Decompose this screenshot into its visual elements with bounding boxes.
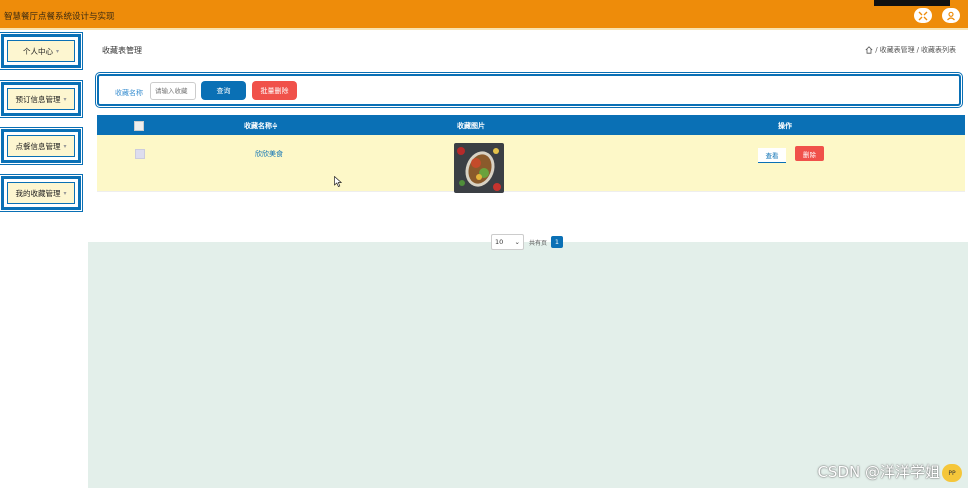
table-row: 欣欣美食 查看 删除 [97, 135, 965, 193]
page-total: 共有页 [529, 240, 548, 247]
window-strip [874, 0, 950, 6]
select-all-checkbox[interactable] [134, 121, 144, 131]
breadcrumb-separator: / [875, 46, 878, 54]
pagination: 10 ⌄ 共有页 1 [88, 234, 968, 252]
watermark: CSDN @洋洋学姐 [817, 463, 940, 481]
breadcrumb-item[interactable]: 收藏表管理 [880, 45, 915, 55]
favorite-name: 欣欣美食 [255, 150, 283, 158]
sidebar: 个人中心 ▾ 预订信息管理 ▾ 点餐信息管理 ▾ 我的收藏管理 ▾ [0, 31, 88, 488]
search-label: 收藏名称 [115, 89, 143, 97]
column-header-actions: 操作 [778, 122, 792, 130]
sidebar-item-personal-center[interactable]: 个人中心 ▾ [0, 32, 83, 70]
batch-delete-button[interactable]: 批量删除 [252, 81, 297, 100]
chevron-down-icon: ▾ [55, 47, 59, 55]
page-title: 收藏表管理 [102, 46, 142, 55]
table-header: 收藏名称≑ 收藏图片 操作 [97, 115, 965, 135]
breadcrumb-separator: / [916, 46, 919, 54]
help-badge[interactable]: PP [942, 464, 962, 482]
app-title: 智慧餐厅点餐系统设计与实现 [4, 12, 115, 22]
search-input[interactable] [150, 82, 196, 100]
chevron-down-icon: ▾ [63, 189, 67, 197]
query-button[interactable]: 查询 [201, 81, 246, 100]
sidebar-item-orders[interactable]: 点餐信息管理 ▾ [0, 127, 83, 165]
home-icon[interactable] [865, 46, 873, 54]
top-bar: 智慧餐厅点餐系统设计与实现 [0, 0, 968, 30]
top-bar-edge [0, 28, 968, 30]
page-size-select[interactable]: 10 ⌄ [491, 234, 524, 250]
view-button[interactable]: 查看 [758, 148, 786, 163]
breadcrumb-current: 收藏表列表 [921, 46, 956, 54]
page-size-value: 10 [495, 238, 504, 246]
sidebar-item-label: 我的收藏管理 [15, 188, 61, 198]
page-number-button[interactable]: 1 [551, 236, 563, 248]
favorites-table: 收藏名称≑ 收藏图片 操作 欣欣美食 查看 删除 [97, 115, 965, 193]
fullscreen-icon[interactable] [914, 8, 932, 23]
search-form: 收藏名称 查询 批量删除 [95, 72, 963, 108]
sidebar-item-label: 点餐信息管理 [15, 141, 61, 151]
favorite-image [454, 143, 504, 193]
chevron-down-icon: ⌄ [514, 238, 520, 246]
sidebar-item-label: 预订信息管理 [15, 94, 61, 104]
sidebar-item-favorites[interactable]: 我的收藏管理 ▾ [0, 174, 83, 212]
sidebar-item-reservation[interactable]: 预订信息管理 ▾ [0, 80, 83, 118]
breadcrumb: / 收藏表管理 / 收藏表列表 [865, 45, 956, 55]
delete-button[interactable]: 删除 [795, 146, 824, 161]
user-icon[interactable] [942, 8, 960, 23]
row-checkbox[interactable] [135, 149, 145, 159]
chevron-down-icon: ▾ [63, 142, 67, 150]
sidebar-item-label: 个人中心 [22, 46, 53, 56]
column-header-name[interactable]: 收藏名称≑ [244, 121, 278, 131]
main-content: 收藏表管理 / 收藏表管理 / 收藏表列表 收藏名称 查询 批量删除 收藏名称≑… [88, 31, 968, 488]
column-header-image: 收藏图片 [457, 122, 485, 130]
mouse-cursor-icon [334, 175, 343, 189]
chevron-down-icon: ▾ [63, 95, 67, 103]
content-background [88, 242, 968, 488]
